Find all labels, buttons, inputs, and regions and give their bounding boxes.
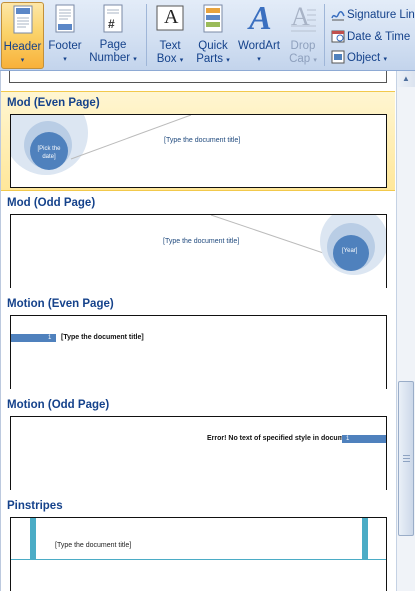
wordart-glyph: A xyxy=(249,0,272,37)
chevron-down-icon: ▾ xyxy=(133,56,137,63)
footer-label: Footer xyxy=(48,40,82,52)
object-icon xyxy=(331,50,345,64)
header-button[interactable]: Header ▾ xyxy=(1,2,44,69)
gallery-item-motion-odd[interactable]: Motion (Odd Page) Error! No text of spec… xyxy=(1,394,395,494)
gallery-item-preview: [Type the document title] xyxy=(10,517,387,591)
gallery-item-motion-even[interactable]: Motion (Even Page) 1 [Type the document … xyxy=(1,293,395,393)
chevron-down-icon: ▾ xyxy=(20,57,25,64)
gallery-item-title: Motion (Even Page) xyxy=(7,298,114,310)
mod-even-graphic xyxy=(11,115,192,175)
gallery-item-preview: [Pick the date] [Type the document title… xyxy=(10,114,387,188)
drop-cap-icon: A xyxy=(289,2,317,38)
circle-date-text: [Pick the date] xyxy=(37,146,61,160)
wordart-label: WordArt xyxy=(238,40,280,52)
footer-button[interactable]: Footer ▾ xyxy=(46,2,84,69)
pinstripe-left xyxy=(30,518,36,559)
vertical-scrollbar[interactable]: ▲ xyxy=(396,71,415,591)
header-icon xyxy=(12,5,34,39)
gallery-item-pinstripes[interactable]: Pinstripes [Type the document title] xyxy=(1,495,395,591)
drop-cap-label-2: Cap xyxy=(289,53,311,65)
quick-parts-label-1: Quick xyxy=(198,40,228,52)
gallery-item-preview: 1 [Type the document title] xyxy=(10,315,387,389)
text-box-label-1: Text xyxy=(159,40,181,52)
chevron-down-icon: ▾ xyxy=(226,57,230,64)
quick-parts-label-2: Parts xyxy=(196,53,224,65)
gallery-item-title: Pinstripes xyxy=(7,500,63,512)
scroll-thumb[interactable] xyxy=(398,381,414,536)
mod-odd-graphic xyxy=(210,215,386,275)
object-label: Object xyxy=(347,52,381,64)
gallery-item-preview: [Type the document title] [Year] xyxy=(10,214,387,288)
circle-year-text: [Year] xyxy=(342,248,358,254)
page-number-glyph: # xyxy=(108,17,115,31)
date-time-button[interactable]: Date & Time xyxy=(331,29,410,49)
text-box-glyph: A xyxy=(164,6,179,28)
signature-line-label: Signature Lin xyxy=(347,9,415,21)
date-time-label: Date & Time xyxy=(347,31,411,43)
wordart-icon: A xyxy=(244,0,274,38)
object-button[interactable]: Object ▾ xyxy=(331,50,387,70)
header-label: Header xyxy=(3,41,42,53)
gallery-item-title: Mod (Odd Page) xyxy=(7,197,96,209)
scroll-up-icon[interactable]: ▲ xyxy=(397,71,415,87)
gallery-item-title: Mod (Even Page) xyxy=(7,97,100,109)
text-box-label-2: Box xyxy=(156,53,177,65)
ribbon-separator xyxy=(324,4,325,66)
previous-item-fragment xyxy=(9,71,387,83)
page-number-label-2: Number xyxy=(89,52,131,64)
gallery-item-mod-even[interactable]: Mod (Even Page) [Pick the date] [Type th… xyxy=(1,91,395,191)
thumb-grip xyxy=(403,458,410,459)
pinstripe-rule xyxy=(11,559,386,560)
chevron-down-icon: ▾ xyxy=(313,57,317,64)
thumb-grip xyxy=(403,461,410,462)
quick-parts-icon xyxy=(202,4,224,38)
page-number-value: 1 xyxy=(346,436,350,442)
header-gallery: Mod (Even Page) [Pick the date] [Type th… xyxy=(0,71,396,591)
chevron-down-icon: ▾ xyxy=(63,56,67,63)
page-number-button[interactable]: # Page Number ▾ xyxy=(86,2,140,69)
text-box-icon: A xyxy=(156,4,184,38)
placeholder-title: [Type the document title] xyxy=(55,542,132,549)
placeholder-title: [Type the document title] xyxy=(164,137,241,144)
ribbon: Header ▾ Footer ▾ # Page Number ▾ A Text… xyxy=(0,0,415,71)
text-box-button[interactable]: A Text Box ▾ xyxy=(151,2,189,69)
placeholder-title: [Type the document title] xyxy=(163,238,240,245)
page-number-icon: # xyxy=(102,4,124,38)
page-number-value: 1 xyxy=(48,335,52,341)
calendar-icon xyxy=(331,29,345,43)
signature-icon xyxy=(331,7,345,21)
placeholder-title: Error! No text of specified style in doc… xyxy=(207,435,357,442)
wordart-button[interactable]: A WordArt ▾ xyxy=(235,0,283,69)
chevron-down-icon: ▾ xyxy=(179,57,184,64)
thumb-grip xyxy=(403,455,410,456)
footer-icon xyxy=(54,4,76,38)
drop-cap-button[interactable]: A Drop Cap ▾ xyxy=(285,2,321,69)
gallery-item-mod-odd[interactable]: Mod (Odd Page) [Type the document title]… xyxy=(1,192,395,292)
placeholder-title: [Type the document title] xyxy=(61,334,144,341)
gallery-item-title: Motion (Odd Page) xyxy=(7,399,110,411)
chevron-down-icon: ▾ xyxy=(257,56,261,63)
page-number-label-1: Page xyxy=(99,39,127,51)
quick-parts-button[interactable]: Quick Parts ▾ xyxy=(193,2,233,69)
gallery-item-preview: Error! No text of specified style in doc… xyxy=(10,416,387,490)
drop-cap-label-1: Drop xyxy=(290,40,316,52)
pinstripe-right xyxy=(362,518,368,559)
ribbon-separator xyxy=(146,4,147,66)
chevron-down-icon: ▾ xyxy=(383,56,387,63)
signature-line-button[interactable]: Signature Lin xyxy=(331,7,415,27)
